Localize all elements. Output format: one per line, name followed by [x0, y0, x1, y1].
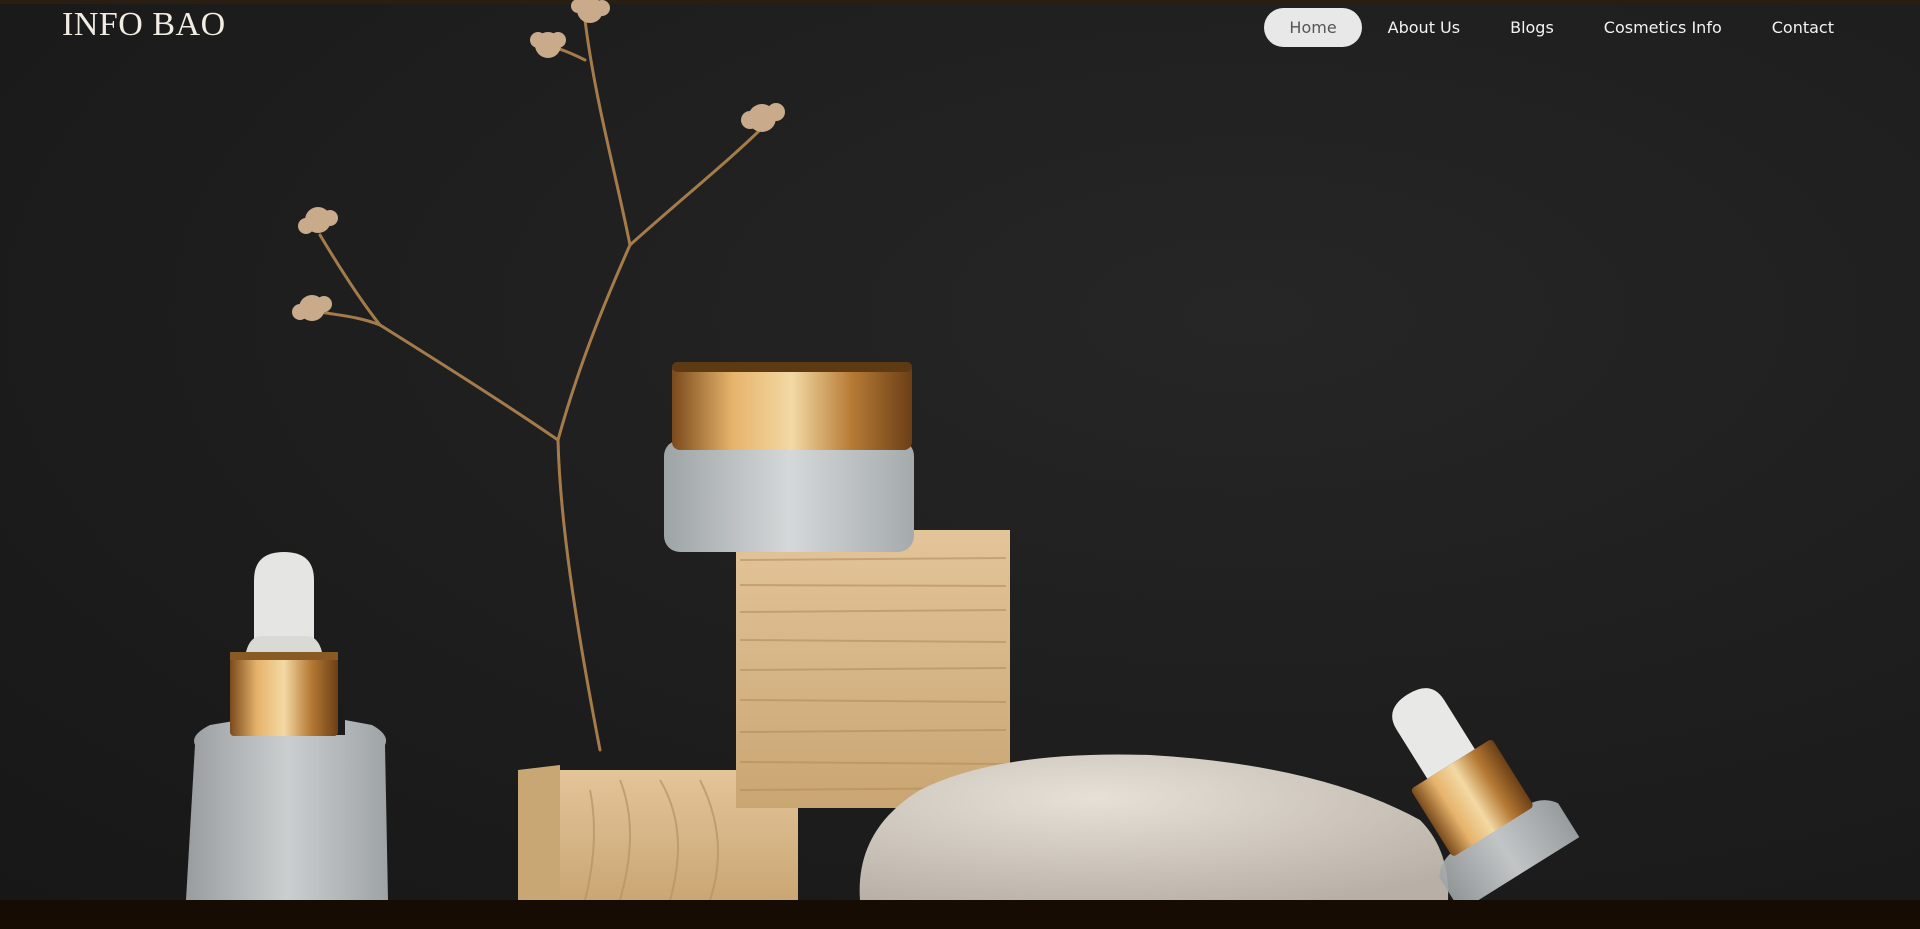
- nav-contact[interactable]: Contact: [1747, 8, 1859, 47]
- footer-band: [0, 900, 1920, 929]
- flower-heads: [292, 0, 785, 321]
- hero-image: [186, 0, 1580, 900]
- nav-blogs[interactable]: Blogs: [1485, 8, 1579, 47]
- main-nav: Home About Us Blogs Cosmetics Info Conta…: [1264, 6, 1920, 48]
- dropper-bottle-left: [186, 552, 388, 900]
- brand-logo[interactable]: INFO BAO: [62, 6, 226, 44]
- nav-cosmetics-info[interactable]: Cosmetics Info: [1579, 8, 1747, 47]
- cream-jar: [664, 362, 914, 552]
- wooden-cube-top: [736, 530, 1010, 808]
- nav-home[interactable]: Home: [1264, 7, 1362, 47]
- hero-section: INFO BAO Home About Us Blogs Cosmetics I…: [0, 0, 1920, 900]
- nav-about-us[interactable]: About Us: [1363, 8, 1485, 47]
